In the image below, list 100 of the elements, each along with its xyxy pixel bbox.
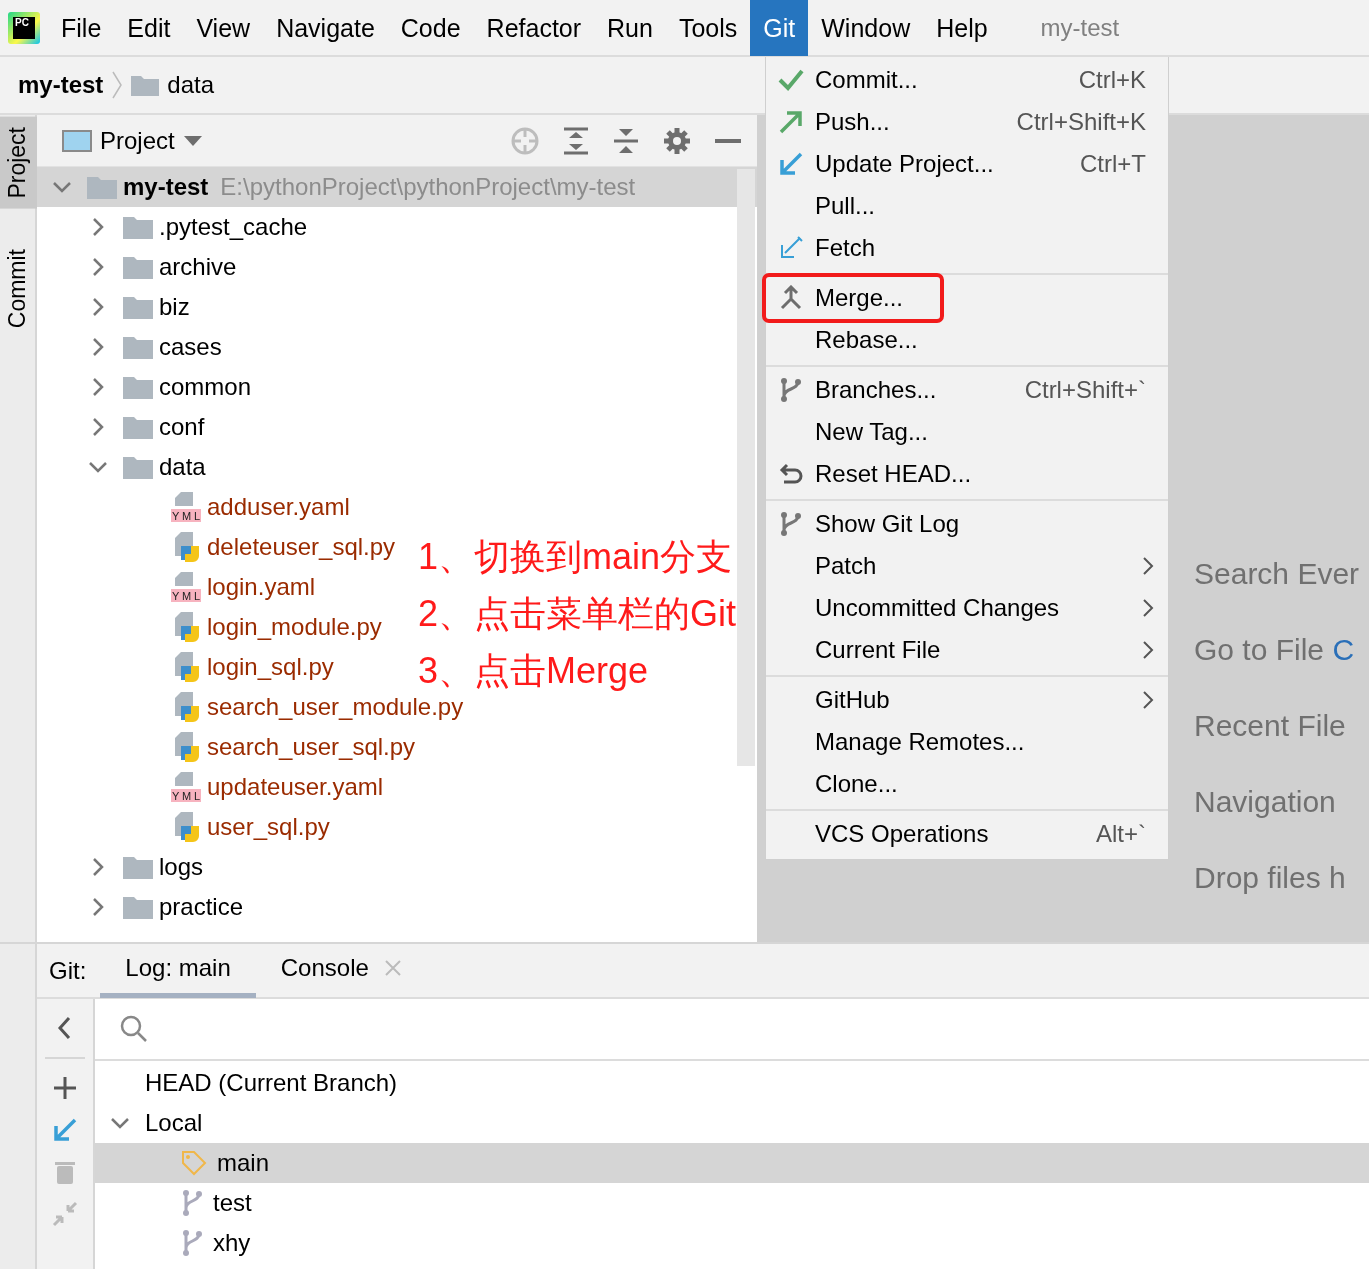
menu-item[interactable]: Help <box>923 0 1001 56</box>
breadcrumb-item[interactable]: data <box>167 67 215 103</box>
panel-title[interactable]: Project <box>100 122 175 159</box>
menu-item[interactable]: File <box>48 0 115 56</box>
menu-item[interactable]: Current File <box>766 629 1168 671</box>
file-name[interactable]: login_module.py <box>207 609 382 645</box>
folder-icon <box>123 455 153 479</box>
folder-icon <box>123 855 153 879</box>
folder-path: E:\pythonProject\pythonProject\my-test <box>220 172 636 202</box>
branch-icon <box>181 1189 203 1217</box>
arrow-down-left-icon[interactable] <box>52 1117 78 1143</box>
collapse-all-icon <box>613 126 639 155</box>
menu-item[interactable]: Show Git Log <box>766 503 1168 545</box>
scrollbar[interactable] <box>737 169 755 766</box>
file-name[interactable]: adduser.yaml <box>207 489 350 525</box>
close-icon[interactable] <box>384 960 401 976</box>
folder-name[interactable]: archive <box>159 249 237 285</box>
file-name[interactable]: updateuser.yaml <box>207 769 384 805</box>
tree-row-highlight[interactable]: my-test E:\pythonProject\pythonProject\my-test <box>37 167 757 207</box>
folder-icon <box>123 255 153 279</box>
branch-name[interactable]: test <box>213 1185 252 1221</box>
menu-item[interactable]: Manage Remotes... <box>766 721 1168 763</box>
menu-item[interactable]: Code <box>387 0 474 56</box>
file-name[interactable]: search_user_sql.py <box>207 729 416 765</box>
locate-icon <box>511 126 539 155</box>
breadcrumb-item[interactable]: my-test <box>18 67 104 103</box>
arrow-up-right-icon <box>778 109 804 135</box>
folder-name[interactable]: my-test <box>123 169 209 205</box>
tool-window-tab[interactable]: Project <box>0 117 39 209</box>
folder-icon <box>123 415 153 439</box>
menu-item[interactable]: Git <box>750 0 809 56</box>
editor-hint: Go to File C <box>1194 632 1356 668</box>
window-title: my-test <box>1040 12 1120 43</box>
menu-item[interactable]: Pull... <box>766 185 1168 227</box>
folder-name[interactable]: biz <box>159 289 190 325</box>
branch-name[interactable]: xhy <box>213 1225 251 1261</box>
panel-label: Git: <box>49 955 87 986</box>
menu-item[interactable]: Window <box>808 0 924 56</box>
file-name[interactable]: login_sql.py <box>207 649 334 685</box>
menu-item[interactable]: Merge... <box>766 277 940 319</box>
folder-name[interactable]: .pytest_cache <box>159 209 308 245</box>
fetch-icon <box>778 235 804 261</box>
branch-name[interactable]: main <box>217 1145 270 1181</box>
editor-hint: Recent File <box>1194 708 1347 744</box>
tool-window-tab[interactable]: Commit <box>0 238 39 338</box>
tag-icon <box>181 1150 207 1176</box>
branch-name[interactable]: HEAD (Current Branch) <box>145 1065 398 1101</box>
undo-icon <box>778 461 804 487</box>
annotation-text: 1、切换到main分支 <box>418 535 734 579</box>
panel-tab[interactable]: Console <box>255 943 426 998</box>
arrow-down-left-icon <box>778 151 804 177</box>
branch-icon <box>181 1229 203 1257</box>
editor-hint: Navigation <box>1194 784 1337 820</box>
check-icon <box>778 67 804 93</box>
menu-item[interactable]: Refactor <box>473 0 595 56</box>
menu-item[interactable]: Fetch <box>766 227 1168 269</box>
folder-name[interactable]: conf <box>159 409 205 445</box>
menu-item[interactable]: Update Project... Ctrl+T <box>766 143 1168 185</box>
menu-item[interactable]: Uncommitted Changes <box>766 587 1168 629</box>
search-icon <box>120 1015 148 1043</box>
folder-icon <box>87 175 117 199</box>
branch-icon <box>778 377 804 403</box>
menu-item[interactable]: Run <box>594 0 666 56</box>
folder-name[interactable]: common <box>159 369 252 405</box>
file-name[interactable]: login.yaml <box>207 569 316 605</box>
menu-item[interactable]: New Tag... <box>766 411 1168 453</box>
trash-icon[interactable] <box>52 1159 78 1185</box>
settings-icon <box>663 126 691 155</box>
plus-icon[interactable] <box>52 1075 78 1101</box>
folder-name[interactable]: data <box>159 449 206 485</box>
folder-name[interactable]: cases <box>159 329 222 365</box>
file-name[interactable]: deleteuser_sql.py <box>207 529 396 565</box>
folder-icon <box>123 895 153 919</box>
annotation-text: 2、点击菜单栏的Git <box>418 592 737 636</box>
menu-item[interactable]: Commit... Ctrl+K <box>766 59 1168 101</box>
menu-item[interactable]: Tools <box>665 0 751 56</box>
file-name[interactable]: user_sql.py <box>207 809 330 845</box>
selected-row[interactable]: main <box>95 1143 1369 1183</box>
compare-icon[interactable] <box>52 1201 78 1227</box>
folder-name[interactable]: logs <box>159 849 204 885</box>
dropdown-icon <box>182 134 203 147</box>
folder-name[interactable]: practice <box>159 889 244 925</box>
menu-item[interactable]: Navigate <box>263 0 388 56</box>
menu-item[interactable]: VCS Operations Alt+` <box>766 813 1168 855</box>
merge-icon <box>778 285 804 311</box>
menu-item[interactable]: Push... Ctrl+Shift+K <box>766 101 1168 143</box>
menu-item[interactable]: Reset HEAD... <box>766 453 1168 495</box>
menu-item[interactable]: Patch <box>766 545 1168 587</box>
menu-item[interactable]: GitHub <box>766 679 1168 721</box>
group-name[interactable]: Local <box>145 1105 203 1141</box>
menu-item[interactable]: Edit <box>114 0 184 56</box>
panel-icon <box>62 129 92 152</box>
menu-item[interactable]: Rebase... <box>766 319 1168 361</box>
menu-item[interactable]: Branches... Ctrl+Shift+` <box>766 369 1168 411</box>
menu-item[interactable]: View <box>183 0 264 56</box>
expand-all-icon <box>563 126 589 155</box>
folder-icon <box>123 375 153 399</box>
menu-item[interactable]: Clone... <box>766 763 1168 805</box>
editor-hint: Drop files h <box>1194 860 1347 896</box>
branch-icon <box>778 511 804 537</box>
